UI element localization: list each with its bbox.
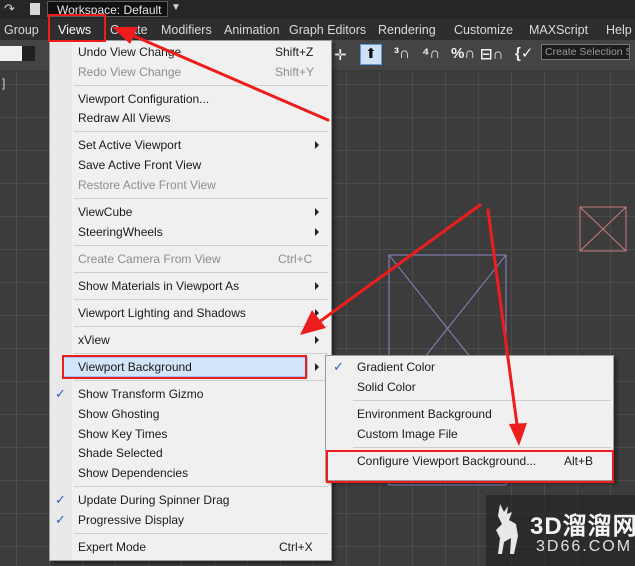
- menu-separator: [74, 486, 328, 487]
- annotation-box-views: [48, 14, 106, 42]
- menu-item-update-during-spinner-drag[interactable]: Update During Spinner Drag: [78, 493, 229, 507]
- menu-separator: [74, 272, 328, 273]
- menu-separator: [74, 326, 328, 327]
- submenu-arrow-icon: [315, 309, 319, 317]
- menu-separator: [74, 380, 328, 381]
- menu-item-create-camera-from-view: Create Camera From View: [78, 252, 221, 266]
- submenu-arrow-icon: [315, 282, 319, 290]
- menu-separator: [74, 198, 328, 199]
- menu-item-show-materials[interactable]: Show Materials in Viewport As: [78, 279, 239, 293]
- menu-item-shade-selected[interactable]: Shade Selected: [78, 446, 163, 460]
- watermark-title: 3D溜溜网: [530, 513, 635, 540]
- spinner-snap-icon[interactable]: ⊟∩: [480, 45, 503, 63]
- menu-maxscript[interactable]: MAXScript: [529, 21, 588, 39]
- menu-separator: [74, 131, 328, 132]
- menu-separator: [353, 400, 611, 401]
- undo-icon[interactable]: ↷: [4, 1, 15, 17]
- submenu-item-environment-background[interactable]: Environment Background: [357, 407, 492, 421]
- menu-customize[interactable]: Customize: [454, 21, 513, 39]
- watermark-subtitle: 3D66.COM: [536, 538, 633, 555]
- snap-3d-icon[interactable]: ³∩: [394, 45, 410, 62]
- checkmark-icon: ✓: [55, 512, 66, 527]
- menu-item-restore-active-front-view: Restore Active Front View: [78, 178, 216, 192]
- menu-item-redo-view-change: Redo View Change: [78, 65, 182, 79]
- menu-separator: [74, 533, 328, 534]
- checkmark-icon: ✓: [333, 359, 344, 374]
- snap-icon: ⬆: [365, 45, 377, 61]
- submenu-arrow-icon: [315, 228, 319, 236]
- shortcut-redo-view-change: Shift+Y: [275, 65, 315, 79]
- submenu-arrow-icon: [315, 363, 319, 371]
- menu-gutter: [50, 41, 72, 560]
- menu-item-viewcube[interactable]: ViewCube: [78, 205, 132, 219]
- menu-item-progressive-display[interactable]: Progressive Display: [78, 513, 184, 527]
- menu-item-undo-view-change[interactable]: Undo View Change: [78, 45, 181, 59]
- menu-item-show-transform-gizmo[interactable]: Show Transform Gizmo: [78, 387, 203, 401]
- menu-separator: [74, 85, 328, 86]
- menu-separator: [74, 245, 328, 246]
- submenu-item-gradient-color[interactable]: Gradient Color: [357, 360, 435, 374]
- edit-named-selection-icon[interactable]: {✓: [515, 44, 533, 62]
- percent-snap-icon[interactable]: %∩: [451, 45, 475, 62]
- submenu-item-solid-color[interactable]: Solid Color: [357, 380, 416, 394]
- menu-item-show-dependencies[interactable]: Show Dependencies: [78, 466, 188, 480]
- menu-separator: [74, 299, 328, 300]
- menu-separator: [74, 353, 328, 354]
- checkmark-icon: ✓: [55, 386, 66, 401]
- annotation-box-configure-background: [326, 450, 614, 483]
- menu-item-expert-mode[interactable]: Expert Mode: [78, 540, 146, 554]
- checkmark-icon: ✓: [55, 492, 66, 507]
- move-icon[interactable]: ✛: [334, 46, 347, 64]
- shortcut-undo-view-change: Shift+Z: [275, 45, 314, 59]
- object-small-box: [579, 206, 627, 252]
- chevron-down-icon[interactable]: [22, 46, 35, 61]
- shortcut-create-camera: Ctrl+C: [278, 252, 313, 266]
- submenu-arrow-icon: [315, 336, 319, 344]
- menu-item-show-key-times[interactable]: Show Key Times: [78, 427, 167, 441]
- annotation-box-viewport-background: [62, 355, 307, 379]
- menu-create[interactable]: Create: [110, 21, 148, 39]
- submenu-arrow-icon: [315, 208, 319, 216]
- menu-item-save-active-front-view[interactable]: Save Active Front View: [78, 158, 201, 172]
- selection-set-input[interactable]: Create Selection Se: [541, 44, 630, 60]
- menu-item-viewport-lighting[interactable]: Viewport Lighting and Shadows: [78, 306, 246, 320]
- menu-separator: [353, 447, 611, 448]
- snap-toggle-button[interactable]: ⬆: [360, 44, 382, 65]
- deer-logo-icon: [496, 504, 518, 554]
- menu-item-set-active-viewport[interactable]: Set Active Viewport: [78, 138, 181, 152]
- menu-group[interactable]: Group: [4, 21, 39, 39]
- menu-item-steeringwheels[interactable]: SteeringWheels: [78, 225, 163, 239]
- shortcut-expert-mode: Ctrl+X: [279, 540, 313, 554]
- submenu-arrow-icon: [315, 141, 319, 149]
- menu-graph-editors[interactable]: Graph Editors: [289, 21, 366, 39]
- angle-snap-icon[interactable]: ⁴∩: [422, 45, 440, 62]
- file-icon[interactable]: [30, 3, 40, 15]
- menu-modifiers[interactable]: Modifiers: [161, 21, 212, 39]
- menu-rendering[interactable]: Rendering: [378, 21, 436, 39]
- menu-animation[interactable]: Animation: [224, 21, 280, 39]
- menu-item-redraw-all-views[interactable]: Redraw All Views: [78, 111, 170, 125]
- selection-filter-dropdown[interactable]: [0, 46, 22, 61]
- chevron-down-icon[interactable]: ▼: [171, 2, 181, 13]
- menu-item-show-ghosting[interactable]: Show Ghosting: [78, 407, 159, 421]
- menu-help[interactable]: Help: [606, 21, 632, 39]
- menu-item-xview[interactable]: xView: [78, 333, 110, 347]
- submenu-item-custom-image-file[interactable]: Custom Image File: [357, 427, 458, 441]
- menu-item-viewport-configuration[interactable]: Viewport Configuration...: [78, 92, 209, 106]
